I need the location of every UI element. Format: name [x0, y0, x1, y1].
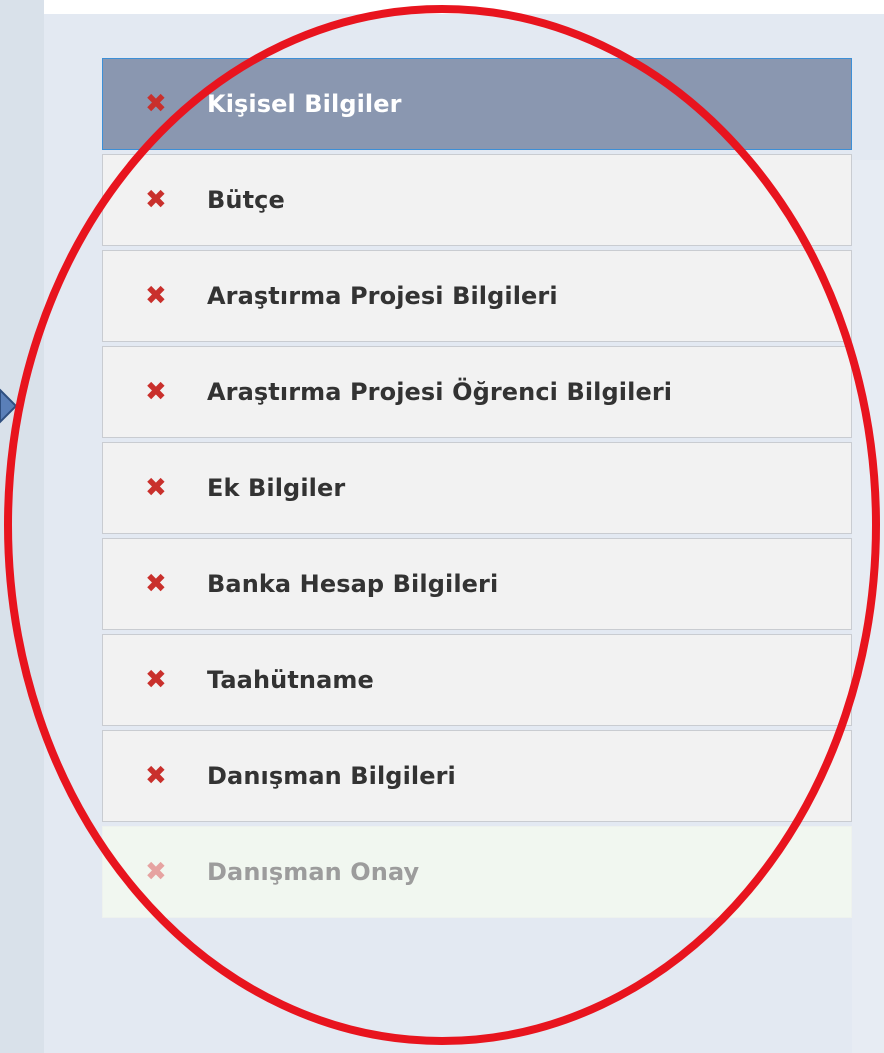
step-label: Danışman Bilgileri: [207, 762, 456, 790]
step-label: Kişisel Bilgiler: [207, 90, 402, 118]
close-icon: ✖: [145, 185, 167, 215]
step-label: Danışman Onay: [207, 858, 420, 886]
screenshot-stage: ✖ Kişisel Bilgiler ✖ Bütçe ✖ Araştırma P…: [0, 0, 884, 1053]
close-icon: ✖: [145, 473, 167, 503]
arrow-icon: [0, 388, 18, 424]
step-danisman-bilgileri[interactable]: ✖ Danışman Bilgileri: [102, 730, 852, 822]
step-banka-hesap-bilgileri[interactable]: ✖ Banka Hesap Bilgileri: [102, 538, 852, 630]
top-bar: [44, 0, 884, 14]
step-label: Bütçe: [207, 186, 285, 214]
step-arastirma-projesi-bilgileri[interactable]: ✖ Araştırma Projesi Bilgileri: [102, 250, 852, 342]
close-icon: ✖: [145, 857, 167, 887]
close-icon: ✖: [145, 761, 167, 791]
step-label: Banka Hesap Bilgileri: [207, 570, 499, 598]
close-icon: ✖: [145, 569, 167, 599]
left-strip: [0, 0, 44, 1053]
step-label: Taahütname: [207, 666, 374, 694]
step-list: ✖ Kişisel Bilgiler ✖ Bütçe ✖ Araştırma P…: [102, 58, 852, 922]
step-butce[interactable]: ✖ Bütçe: [102, 154, 852, 246]
step-arastirma-projesi-ogrenci-bilgileri[interactable]: ✖ Araştırma Projesi Öğrenci Bilgileri: [102, 346, 852, 438]
step-taahutname[interactable]: ✖ Taahütname: [102, 634, 852, 726]
step-label: Araştırma Projesi Öğrenci Bilgileri: [207, 378, 673, 406]
step-label: Ek Bilgiler: [207, 474, 346, 502]
close-icon: ✖: [145, 281, 167, 311]
step-label: Araştırma Projesi Bilgileri: [207, 282, 558, 310]
step-ek-bilgiler[interactable]: ✖ Ek Bilgiler: [102, 442, 852, 534]
close-icon: ✖: [145, 377, 167, 407]
step-kisisel-bilgiler[interactable]: ✖ Kişisel Bilgiler: [102, 58, 852, 150]
close-icon: ✖: [145, 89, 167, 119]
close-icon: ✖: [145, 665, 167, 695]
step-danisman-onay: ✖ Danışman Onay: [102, 826, 852, 918]
right-edge: [852, 160, 884, 1053]
